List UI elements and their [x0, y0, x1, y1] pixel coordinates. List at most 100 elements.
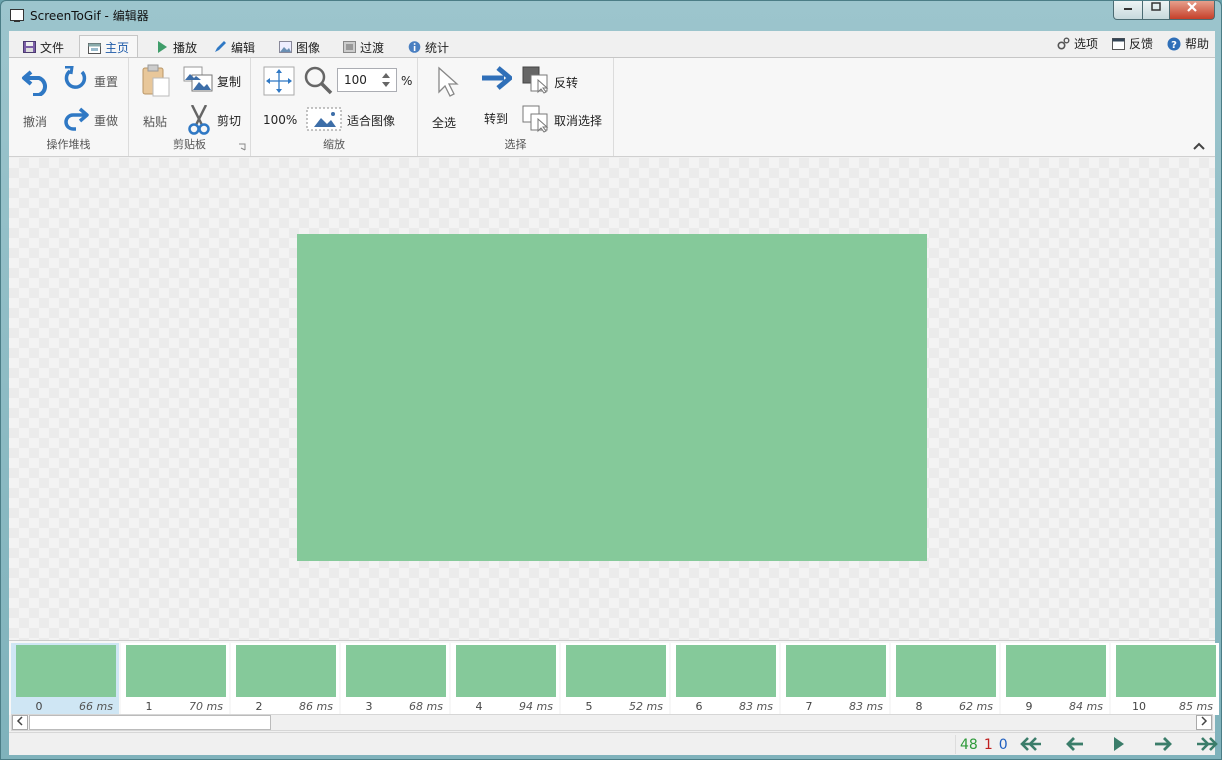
tab-transition[interactable]: 过渡 [335, 35, 392, 57]
scroll-left-button[interactable] [12, 715, 28, 730]
previous-frame-button[interactable] [1063, 735, 1087, 753]
tab-image[interactable]: 图像 [271, 35, 328, 57]
frame-thumbnail[interactable]: 5 52 ms [561, 643, 669, 715]
frame-thumbnail[interactable]: 0 66 ms [11, 643, 119, 715]
feedback-button[interactable]: 反馈 [1111, 35, 1153, 52]
scroll-thumb[interactable] [29, 715, 271, 730]
frame-thumbnail[interactable]: 9 84 ms [1001, 643, 1109, 715]
frame-thumbnail[interactable]: 6 83 ms [671, 643, 779, 715]
paste-button[interactable]: 粘贴 [143, 113, 167, 130]
frame-thumbnail-image [786, 645, 886, 697]
frame-canvas[interactable] [9, 158, 1215, 640]
title-bar[interactable]: ScreenToGif - 编辑器 [1, 1, 1221, 29]
copy-icon [183, 66, 213, 92]
arrow-right-icon [1155, 737, 1172, 751]
maximize-button[interactable] [1142, 1, 1170, 20]
scroll-right-button[interactable] [1196, 715, 1212, 730]
frame-delay: 94 ms [519, 700, 553, 713]
help-icon: ? [1167, 37, 1181, 51]
group-clipboard: 粘贴 复制 剪切 剪贴板 [129, 58, 251, 156]
frame-list-scrollbar[interactable] [11, 714, 1213, 731]
play-button[interactable] [1107, 735, 1131, 753]
close-icon [1187, 2, 1197, 12]
ribbon-home: 撤消 重置 重做 操作堆栈 粘贴 复制 剪切 剪贴板 100 % 100% 适合… [9, 57, 1215, 157]
tab-home[interactable]: 主页 [79, 35, 139, 57]
reset-icon [64, 66, 87, 89]
tab-label: 过渡 [360, 40, 385, 55]
last-frame-button[interactable] [1195, 735, 1219, 753]
tab-label: 主页 [105, 41, 130, 55]
collapse-ribbon-icon[interactable] [1193, 142, 1205, 150]
frame-counts: 48 1 0 [955, 735, 1012, 754]
fit-image-button[interactable]: 适合图像 [347, 112, 395, 129]
reset-button[interactable]: 重置 [94, 73, 118, 90]
tab-play[interactable]: 播放 [148, 35, 205, 57]
selected-frames: 1 [983, 736, 993, 753]
expand-icon[interactable] [263, 66, 295, 96]
redo-button[interactable]: 重做 [94, 112, 118, 129]
feedback-label: 反馈 [1128, 37, 1153, 51]
frame-delay: 66 ms [79, 700, 113, 713]
frame-number: 0 [35, 700, 43, 713]
tab-label: 统计 [425, 40, 450, 55]
frame-thumbnail-image [566, 645, 666, 697]
first-frame-button[interactable] [1019, 735, 1043, 753]
undo-button[interactable]: 撤消 [23, 113, 47, 130]
tab-label: 播放 [173, 40, 198, 55]
frame-thumbnail[interactable]: 1 70 ms [121, 643, 229, 715]
minimize-icon [1124, 8, 1132, 10]
options-label: 选项 [1073, 37, 1098, 51]
options-button[interactable]: 选项 [1057, 35, 1098, 52]
tab-file[interactable]: 文件 [15, 35, 72, 57]
spinner-up-icon[interactable] [382, 72, 390, 78]
scissors-icon [188, 105, 210, 135]
frame-delay: 83 ms [849, 700, 883, 713]
frame-number: 3 [365, 700, 373, 713]
goto-button[interactable]: 转到 [484, 110, 508, 127]
select-all-button[interactable]: 全选 [432, 114, 456, 131]
invert-button[interactable]: 反转 [554, 74, 578, 91]
tab-label: 图像 [296, 40, 321, 55]
frame-thumbnail[interactable]: 7 83 ms [781, 643, 889, 715]
zoom-100-button[interactable]: 100% [263, 113, 297, 127]
copy-button[interactable]: 复制 [217, 73, 241, 90]
frame-navigation [1019, 735, 1219, 753]
cut-button[interactable]: 剪切 [217, 112, 241, 129]
zoom-input[interactable]: 100 [337, 68, 397, 92]
fit-image-icon[interactable] [306, 107, 342, 131]
help-button[interactable]: ? 帮助 [1167, 35, 1209, 52]
frame-number: 4 [475, 700, 483, 713]
frame-thumbnail-image [236, 645, 336, 697]
frame-thumbnail-image [676, 645, 776, 697]
double-arrow-right-icon [1197, 737, 1218, 751]
frame-number: 7 [805, 700, 813, 713]
home-icon [88, 42, 101, 54]
frame-number: 9 [1025, 700, 1033, 713]
group-caption: 选择 [504, 138, 527, 151]
current-frame-image [297, 234, 927, 561]
close-button[interactable] [1169, 1, 1215, 20]
frame-thumbnail[interactable]: 4 94 ms [451, 643, 559, 715]
frame-thumbnail[interactable]: 10 85 ms [1111, 643, 1219, 715]
frame-thumbnail[interactable]: 8 62 ms [891, 643, 999, 715]
cursor-icon [438, 66, 459, 97]
next-frame-button[interactable] [1151, 735, 1175, 753]
tab-statistics[interactable]: 统计 [400, 35, 457, 57]
undo-icon [22, 70, 47, 96]
frame-number: 5 [585, 700, 593, 713]
tab-edit[interactable]: 编辑 [206, 35, 263, 57]
chevron-right-icon [1201, 716, 1208, 726]
spinner-down-icon[interactable] [382, 82, 390, 88]
frame-number: 2 [255, 700, 263, 713]
tab-label: 编辑 [231, 40, 256, 55]
frame-thumbnail[interactable]: 2 86 ms [231, 643, 339, 715]
feedback-icon [1111, 37, 1125, 50]
deselect-button[interactable]: 取消选择 [554, 112, 602, 129]
minimize-button[interactable] [1113, 1, 1143, 20]
play-icon [1114, 737, 1124, 751]
frame-thumbnail[interactable]: 3 68 ms [341, 643, 449, 715]
double-arrow-left-icon [1020, 737, 1041, 751]
frame-thumbnail-image [1006, 645, 1106, 697]
dialog-launcher-icon[interactable] [238, 143, 246, 151]
redo-icon [64, 107, 89, 131]
